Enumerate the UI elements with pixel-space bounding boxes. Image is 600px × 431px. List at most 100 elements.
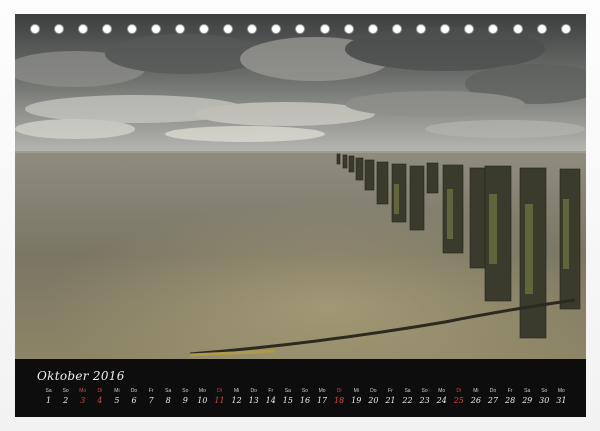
day-number: 12 [231, 396, 242, 405]
day-cell: Fr 21 [382, 388, 399, 410]
day-cell: So 16 [296, 388, 313, 410]
day-cell: Do 20 [365, 388, 382, 410]
weekday-label: Do [130, 388, 138, 394]
day-cell: Mi 5 [108, 388, 125, 410]
day-cell: Sa 8 [160, 388, 177, 410]
weekday-label: Di [456, 388, 462, 394]
day-cell: Fr 28 [502, 388, 519, 410]
day-number: 28 [504, 396, 516, 405]
day-number: 13 [248, 396, 259, 405]
day-cell: Do 13 [245, 388, 262, 410]
day-cell: Di 11 [211, 388, 228, 410]
day-cell: Sa 29 [519, 388, 536, 410]
binding-hole [464, 24, 475, 34]
binding-hole [78, 24, 89, 34]
day-number: 23 [419, 396, 430, 405]
day-cell: So 9 [177, 388, 194, 410]
day-number: 1 [46, 396, 52, 405]
calendar-page: Oktober 2016 Sa 1 So 2 Mo 3 Di 4 Mi 5 Do 6 Fr 7 Sa 8 So 9… [0, 0, 600, 431]
day-number: 24 [436, 396, 447, 405]
weekday-label: Mo [438, 388, 446, 394]
binding-hole [488, 24, 499, 34]
weekday-label: Mi [473, 388, 479, 394]
binding-hole [54, 24, 65, 34]
calendar-strip: Oktober 2016 Sa 1 So 2 Mo 3 Di 4 Mi 5 Do 6 Fr 7 Sa 8 So 9… [15, 359, 586, 417]
weekday-label: Mi [353, 388, 359, 394]
day-cell: Mi 26 [467, 388, 484, 410]
day-cell: Di 25 [450, 388, 467, 410]
day-cell: Di 4 [91, 388, 108, 410]
binding-hole [30, 24, 40, 34]
binding-hole [343, 24, 354, 34]
binding-hole [150, 24, 161, 34]
day-cell: Sa 15 [279, 388, 296, 410]
month-year-title: Oktober 2016 [37, 369, 125, 383]
binding-hole [391, 24, 402, 34]
day-number: 14 [265, 396, 276, 405]
day-number: 7 [148, 396, 154, 405]
day-number: 30 [539, 396, 550, 405]
weekday-label: So [541, 388, 548, 394]
weekday-label: Mi [233, 388, 240, 394]
day-cell: So 30 [536, 388, 553, 410]
day-number: 16 [299, 396, 311, 405]
weekday-label: So [182, 388, 189, 394]
day-number: 31 [556, 396, 567, 405]
weekday-label: Do [489, 388, 497, 394]
weekday-label: Do [370, 388, 377, 394]
day-number: 18 [334, 396, 345, 405]
weekday-label: Fr [148, 388, 154, 394]
weekday-label: Di [336, 388, 342, 394]
weekday-label: Di [217, 388, 222, 394]
day-number: 15 [282, 396, 293, 405]
day-number: 21 [385, 396, 396, 405]
binding-hole [536, 24, 547, 34]
binding-hole [174, 24, 185, 34]
day-number: 29 [522, 396, 533, 405]
day-number: 26 [470, 396, 481, 405]
day-cell: Fr 14 [262, 388, 279, 410]
weekday-label: Do [250, 388, 257, 394]
day-number: 19 [351, 396, 362, 405]
weekday-label: Mo [79, 388, 87, 394]
day-number: 3 [80, 396, 86, 405]
weekday-label: Mi [114, 388, 120, 394]
day-number: 10 [197, 396, 208, 405]
weekday-label: Mo [198, 388, 206, 394]
binding-hole [440, 24, 451, 34]
weekday-label: So [62, 388, 69, 394]
day-number: 22 [402, 396, 413, 405]
binding-hole [198, 24, 209, 34]
day-cell: So 2 [57, 388, 74, 410]
binding-hole [319, 24, 330, 34]
day-number: 20 [368, 396, 379, 405]
day-number: 17 [316, 396, 328, 405]
binding-hole [367, 24, 378, 34]
day-number: 11 [214, 396, 225, 405]
binding-hole [102, 24, 113, 34]
day-grid: Sa 1 So 2 Mo 3 Di 4 Mi 5 Do 6 Fr 7 Sa 8 So 9 Mo 10 Di 11 Mi 12 D… [40, 388, 570, 410]
weekday-label: So [421, 388, 428, 394]
weekday-label: Sa [284, 388, 291, 394]
weekday-label: Sa [45, 388, 52, 394]
day-number: 4 [97, 396, 103, 405]
day-cell: Mo 24 [433, 388, 450, 410]
weekday-label: Sa [165, 388, 172, 394]
weekday-label: So [301, 388, 309, 394]
weekday-label: Mo [318, 388, 326, 394]
year-label: 2016 [92, 369, 125, 383]
day-cell: Mo 17 [314, 388, 331, 410]
weekday-label: Fr [388, 388, 393, 394]
day-number: 25 [453, 396, 464, 405]
day-number: 6 [131, 396, 137, 405]
day-cell: Sa 1 [40, 388, 57, 410]
day-number: 2 [63, 396, 69, 405]
binding-hole [247, 24, 258, 34]
day-number: 9 [182, 396, 188, 405]
day-number: 27 [487, 396, 499, 405]
binding-hole [512, 24, 523, 34]
day-cell: Sa 22 [399, 388, 416, 410]
day-cell: Do 6 [125, 388, 142, 410]
day-cell: So 23 [416, 388, 433, 410]
weekday-label: Sa [404, 388, 411, 394]
